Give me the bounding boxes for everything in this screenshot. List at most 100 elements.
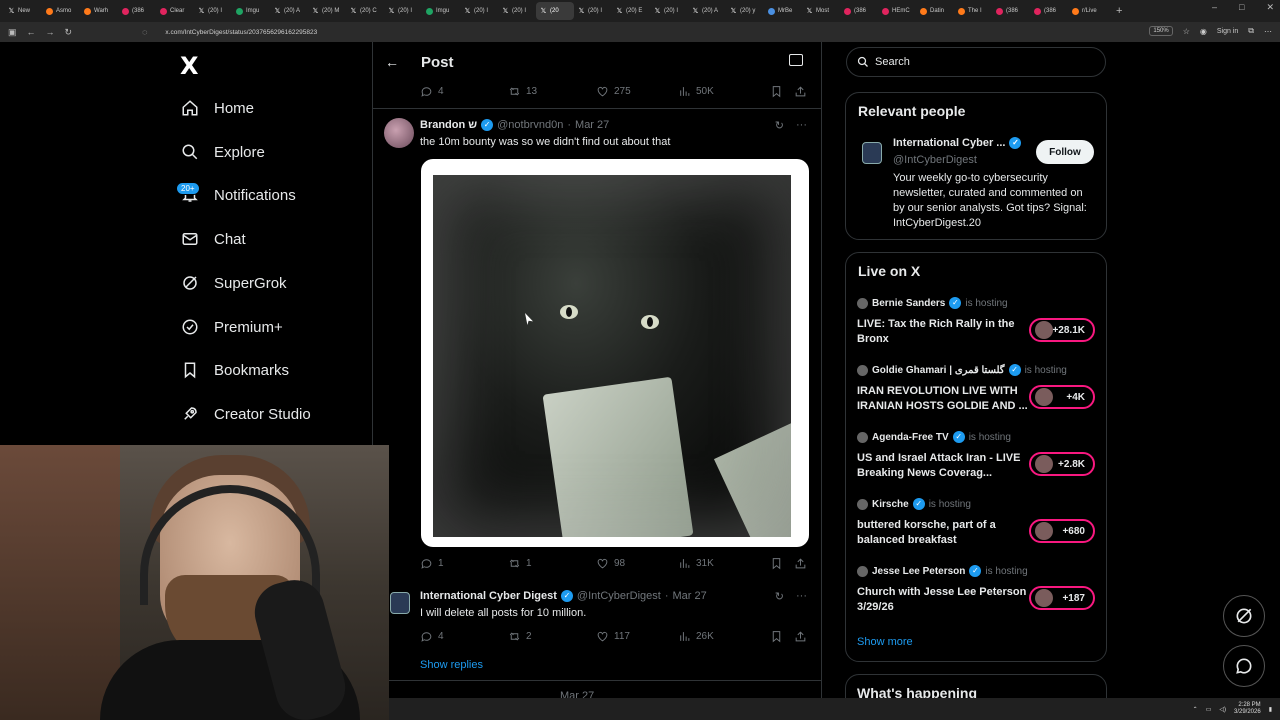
live-title[interactable]: Church with Jesse Lee Peterson 3/29/26 [857,585,1032,615]
nav-creator-studio[interactable]: Creator Studio [180,399,311,429]
nav-explore[interactable]: Explore [180,137,265,167]
back-arrow-icon[interactable]: ← [385,54,399,70]
grok-fab[interactable] [1223,595,1265,637]
browser-tab[interactable]: r/Live [1068,2,1106,20]
nav-home[interactable]: Home [180,93,254,123]
live-host[interactable]: Goldie Ghamari | گلستا قمری ✓ is hosting [857,364,1067,376]
live-host[interactable]: Jesse Lee Peterson ✓ is hosting [857,565,1028,577]
nav-chat[interactable]: Chat [180,224,246,254]
zoom-level[interactable]: 150% [1149,26,1173,36]
author-name[interactable]: International Cyber Digest [420,590,557,602]
browser-tab[interactable]: 𝕏 (20) y [726,2,764,20]
views-button[interactable]: 50K [678,85,770,98]
person-name[interactable]: International Cyber ... ✓ [893,137,1022,149]
live-listeners-pill[interactable]: +680 [1029,519,1095,543]
browser-tab[interactable]: Imgu [232,2,270,20]
browser-tab[interactable]: Warh [80,2,118,20]
tweet-media[interactable] [421,159,809,547]
reply-button[interactable]: 4 [420,85,508,98]
live-listeners-pill[interactable]: +28.1K [1029,318,1095,342]
messages-fab[interactable] [1223,645,1265,687]
more-icon[interactable]: ··· [796,590,807,603]
notification-center-icon[interactable]: ▮ [1269,706,1272,713]
browser-tab[interactable]: MrBe [764,2,802,20]
browser-tab[interactable]: (386 [1030,2,1068,20]
reply-button[interactable]: 1 [420,557,508,570]
grok-icon[interactable]: ↻ [775,590,784,603]
browser-tab[interactable]: Asmo [42,2,80,20]
reply-button[interactable]: 4 [420,630,508,643]
repost-button[interactable]: 1 [508,557,596,570]
live-host[interactable]: Agenda-Free TV ✓ is hosting [857,431,1011,443]
live-listeners-pill[interactable]: +4K [1029,385,1095,409]
back-nav-icon[interactable]: ← [27,27,36,37]
minimize-icon[interactable]: – [1212,2,1217,13]
follow-button[interactable]: Follow [1036,140,1094,164]
live-host[interactable]: Bernie Sanders ✓ is hosting [857,297,1008,309]
nav-premium[interactable]: Premium+ [180,312,283,342]
network-icon[interactable]: ▭ [1206,706,1212,713]
window-controls[interactable]: – □ ✕ [1212,2,1274,13]
volume-icon[interactable]: ◁) [1219,706,1226,713]
bookmark-button[interactable] [770,630,794,643]
views-button[interactable]: 31K [678,557,770,570]
tray-chevron-icon[interactable]: ⌃ [1193,706,1198,713]
browser-tab[interactable]: 𝕏 (20) I [574,2,612,20]
nav-supergrok[interactable]: SuperGrok [180,268,287,298]
url-field[interactable]: x.com/IntCyberDigest/status/203765629616… [165,29,317,36]
views-button[interactable]: 26K [678,630,770,643]
share-button[interactable] [794,557,807,570]
browser-tab[interactable]: 𝕏 (20) M [308,2,346,20]
live-title[interactable]: IRAN REVOLUTION LIVE WITH IRANIAN HOSTS … [857,384,1032,414]
browser-tab[interactable]: Datin [916,2,954,20]
browser-tab[interactable]: 𝕏 (20 [536,2,574,20]
show-more-link[interactable]: Show more [857,636,913,648]
live-listeners-pill[interactable]: +187 [1029,586,1095,610]
settings-icon[interactable]: ⋯ [1264,27,1272,36]
browser-tab[interactable]: 𝕏 (20) I [650,2,688,20]
avatar[interactable] [862,142,882,164]
live-title[interactable]: LIVE: Tax the Rich Rally in the Bronx [857,317,1032,347]
browser-tab[interactable]: 𝕏 New [4,2,42,20]
browser-tab[interactable]: 𝕏 (20) I [194,2,232,20]
browser-tab[interactable]: (386 [118,2,156,20]
browser-tab[interactable]: 𝕏 (20) I [460,2,498,20]
share-button[interactable] [794,85,807,98]
repost-button[interactable]: 2 [508,630,596,643]
browser-tab[interactable]: Clear [156,2,194,20]
browser-tab[interactable]: 𝕏 (20) E [612,2,650,20]
browser-tab[interactable]: (386 [992,2,1030,20]
bookmark-button[interactable] [770,557,794,570]
reload-icon[interactable]: ↻ [65,27,73,38]
new-tab-button[interactable]: + [1116,5,1122,17]
browser-tab[interactable]: 𝕏 (20) I [384,2,422,20]
author-name[interactable]: Brandon ש [420,119,477,131]
forward-nav-icon[interactable]: → [46,27,55,37]
extensions-icon[interactable]: ⧉ [1248,26,1254,36]
account-icon[interactable]: ◉ [1200,27,1207,36]
live-title[interactable]: buttered korsche, part of a balanced bre… [857,518,1032,548]
person-handle[interactable]: @IntCyberDigest [893,154,977,166]
search-input[interactable]: Search [846,47,1106,77]
browser-tab[interactable]: (386 [840,2,878,20]
star-icon[interactable]: ☆ [1183,27,1190,36]
maximize-icon[interactable]: □ [1239,2,1244,13]
browser-tab[interactable]: 𝕏 (20) I [498,2,536,20]
show-replies-link[interactable]: Show replies [420,659,483,671]
browser-tab[interactable]: The I [954,2,992,20]
bookmark-button[interactable] [770,85,794,98]
live-host[interactable]: Kirsche ✓ is hosting [857,498,971,510]
browser-tab[interactable]: 𝕏 Most [802,2,840,20]
browser-tab[interactable]: 𝕏 (20) A [270,2,308,20]
browser-tab[interactable]: HEmC [878,2,916,20]
signin-button[interactable]: Sign in [1217,28,1238,35]
avatar[interactable] [390,592,410,614]
share-button[interactable] [794,630,807,643]
like-button[interactable]: 275 [596,85,678,98]
avatar[interactable] [384,118,414,148]
close-window-icon[interactable]: ✕ [1266,2,1274,13]
system-clock[interactable]: 2:28 PM 3/29/2026 [1234,702,1261,716]
nav-bookmarks[interactable]: Bookmarks [180,355,289,385]
more-icon[interactable]: ··· [796,119,807,132]
browser-tab[interactable]: 𝕏 (20) A [688,2,726,20]
